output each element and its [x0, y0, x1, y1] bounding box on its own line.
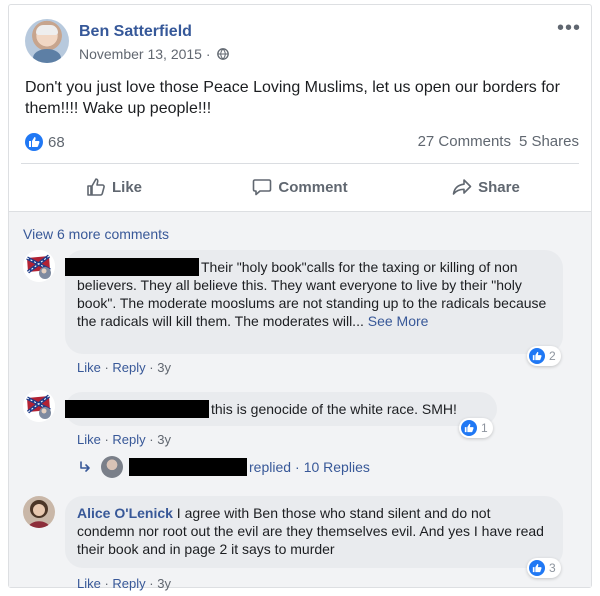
- comment-reactions[interactable]: 1: [459, 418, 493, 438]
- like-reaction-icon: [25, 133, 43, 151]
- comment-bubble: this is genocide of the white race. SMH!: [65, 392, 497, 426]
- view-more-comments-link[interactable]: View 6 more comments: [23, 226, 169, 242]
- like-reaction-icon: [529, 560, 545, 576]
- like-label: Like: [111, 178, 142, 196]
- comment-text: this is genocide of the white race. SMH!: [211, 401, 457, 417]
- comment-icon: [253, 179, 272, 196]
- comment-time[interactable]: 3y: [157, 576, 171, 591]
- commenter-avatar[interactable]: [23, 496, 55, 528]
- reaction-count: 2: [549, 349, 556, 363]
- comments-section: View 6 more comments Their "holy book"ca…: [9, 211, 591, 591]
- shares-count-link[interactable]: 5 Shares: [519, 133, 579, 150]
- comment-time[interactable]: 3y: [157, 360, 171, 375]
- comment-reply-link[interactable]: Reply: [112, 360, 145, 375]
- share-button[interactable]: Share: [393, 167, 579, 207]
- post-card: Ben Satterfield November 13, 2015 · ••• …: [8, 4, 592, 591]
- comment-bubble: Alice O'Lenick I agree with Ben those wh…: [65, 496, 563, 568]
- reaction-count: 1: [481, 421, 488, 435]
- redacted-name: [129, 458, 247, 476]
- comment-label: Comment: [278, 178, 348, 196]
- globe-icon: [216, 48, 229, 60]
- reaction-count: 3: [549, 561, 556, 575]
- redacted-name: [65, 258, 199, 276]
- see-more-link[interactable]: See More: [368, 313, 429, 329]
- commenter-avatar[interactable]: [23, 250, 55, 282]
- share-icon: [452, 179, 472, 195]
- replies-count: 10 Replies: [303, 459, 370, 475]
- engagement-counts: 27 Comments 5 Shares: [418, 133, 579, 150]
- share-label: Share: [478, 178, 520, 196]
- comment-reply-link[interactable]: Reply: [112, 576, 145, 591]
- comment-bubble: Their "holy book"calls for the taxing or…: [65, 250, 563, 354]
- commenter-name[interactable]: Alice O'Lenick: [77, 505, 173, 521]
- like-reaction-icon: [461, 420, 477, 436]
- comment-like-link[interactable]: Like: [77, 432, 101, 447]
- reaction-summary[interactable]: 68: [25, 133, 65, 151]
- redacted-name: [65, 400, 209, 418]
- like-button[interactable]: Like: [21, 167, 207, 207]
- comment: this is genocide of the white race. SMH!…: [23, 390, 583, 450]
- comment-button[interactable]: Comment: [207, 167, 393, 207]
- comments-count-link[interactable]: 27 Comments: [418, 133, 511, 150]
- comment: Their "holy book"calls for the taxing or…: [23, 250, 583, 380]
- reply-arrow-icon: [80, 461, 90, 472]
- comment-reactions[interactable]: 3: [527, 558, 561, 578]
- post-actions: Like Comment Share: [21, 167, 579, 207]
- thumbs-up-icon: [87, 178, 105, 196]
- replier-avatar: [101, 456, 123, 478]
- post-meta: November 13, 2015 ·: [79, 46, 229, 62]
- view-replies-link[interactable]: replied · 10 Replies: [79, 456, 370, 478]
- post-date[interactable]: November 13, 2015 ·: [79, 46, 211, 62]
- author-name[interactable]: Ben Satterfield: [79, 23, 192, 41]
- author-avatar[interactable]: [25, 19, 69, 63]
- like-reaction-icon: [529, 348, 545, 364]
- commenter-avatar[interactable]: [23, 390, 55, 422]
- comment-reactions[interactable]: 2: [527, 346, 561, 366]
- comment-like-link[interactable]: Like: [77, 576, 101, 591]
- comment-actions: Like · Reply · 3y: [77, 576, 171, 591]
- divider: [21, 163, 579, 164]
- post-text: Don't you just love those Peace Loving M…: [25, 79, 560, 117]
- replied-text: replied: [249, 459, 292, 475]
- comment-reply-link[interactable]: Reply: [112, 432, 145, 447]
- more-options-icon[interactable]: •••: [557, 18, 581, 38]
- comment-like-link[interactable]: Like: [77, 360, 101, 375]
- comment-time[interactable]: 3y: [157, 432, 171, 447]
- comment-actions: Like · Reply · 3y: [77, 360, 171, 375]
- comment: Alice O'Lenick I agree with Ben those wh…: [23, 496, 583, 596]
- like-count: 68: [48, 133, 65, 151]
- comment-actions: Like · Reply · 3y: [77, 432, 171, 447]
